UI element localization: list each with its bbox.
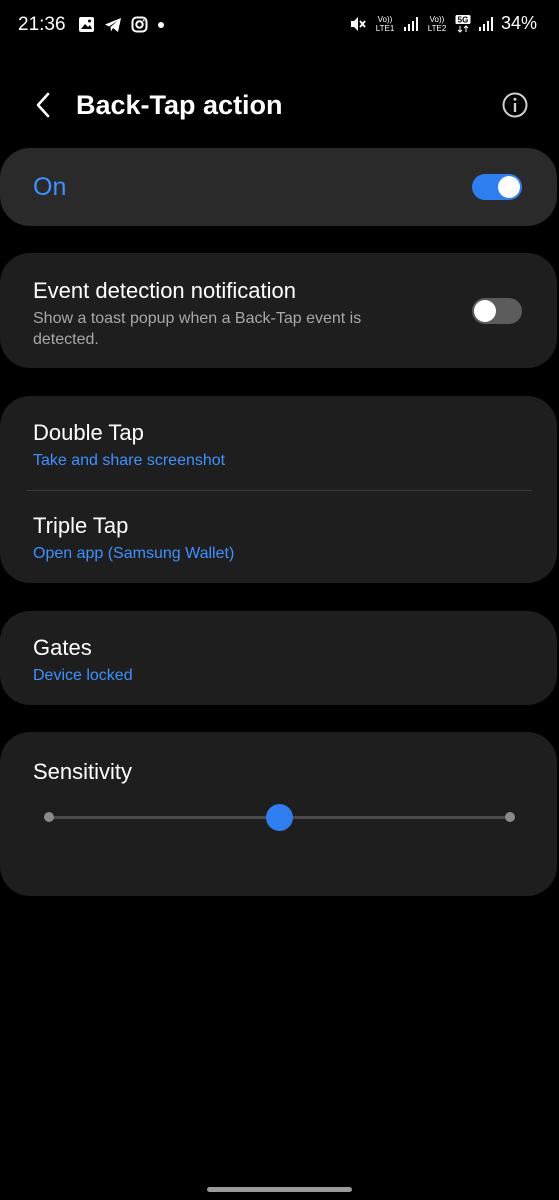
5g-icon: 5G [455, 14, 471, 33]
svg-text:Vo)): Vo)) [430, 15, 445, 24]
status-time: 21:36 [18, 14, 66, 35]
triple-tap-item[interactable]: Triple Tap Open app (Samsung Wallet) [0, 491, 557, 583]
sensitivity-slider-tick [505, 812, 515, 822]
volte-lte2-icon: Vo)) LTE2 [428, 15, 447, 33]
svg-text:LTE1: LTE1 [376, 24, 395, 33]
event-notification-card[interactable]: Event detection notification Show a toas… [0, 253, 557, 368]
sensitivity-slider-thumb[interactable] [266, 803, 293, 831]
dot-icon [158, 21, 164, 28]
double-tap-value: Take and share screenshot [33, 452, 226, 469]
toggle-knob [474, 300, 496, 322]
gates-item[interactable]: Gates Device locked [0, 611, 557, 705]
volte-lte1-icon: Vo)) LTE1 [376, 15, 395, 33]
event-notification-toggle[interactable] [472, 298, 522, 324]
gates-value: Device locked [33, 667, 133, 684]
toggle-knob [498, 176, 520, 198]
tap-actions-card: Double Tap Take and share screenshot Tri… [0, 396, 557, 583]
signal-1-icon [403, 16, 418, 31]
master-switch-toggle[interactable] [472, 174, 522, 200]
master-switch-label: On [33, 173, 67, 201]
info-icon [502, 92, 528, 118]
status-bar: 21:36 Vo)) LTE1 Vo)) LTE2 5G 34% [0, 0, 559, 52]
home-indicator[interactable] [207, 1187, 352, 1192]
gallery-icon [79, 17, 94, 32]
event-notification-title: Event detection notification [33, 278, 296, 303]
gates-title: Gates [33, 635, 92, 660]
event-notification-subtitle-line2: detected. [33, 331, 99, 348]
instagram-icon [131, 16, 148, 33]
event-notification-subtitle-line1: Show a toast popup when a Back-Tap event… [33, 310, 362, 327]
status-notification-icons [78, 16, 165, 33]
status-system-icons: Vo)) LTE1 Vo)) LTE2 5G 34% [349, 13, 537, 34]
app-bar: Back-Tap action [0, 76, 559, 136]
triple-tap-value: Open app (Samsung Wallet) [33, 545, 235, 562]
sensitivity-slider-tick [44, 812, 54, 822]
svg-text:LTE2: LTE2 [428, 24, 447, 33]
chevron-left-icon [36, 92, 50, 118]
svg-text:Vo)): Vo)) [378, 15, 393, 24]
page-title: Back-Tap action [76, 90, 283, 120]
double-tap-title: Double Tap [33, 420, 144, 445]
info-button[interactable] [501, 91, 529, 119]
triple-tap-title: Triple Tap [33, 513, 129, 538]
sensitivity-title: Sensitivity [33, 759, 133, 784]
signal-2-icon [478, 16, 493, 31]
mute-icon [350, 16, 366, 31]
master-switch-card[interactable]: On [0, 148, 557, 226]
back-button[interactable] [26, 88, 60, 122]
double-tap-item[interactable]: Double Tap Take and share screenshot [0, 396, 557, 490]
telegram-icon [105, 17, 121, 32]
svg-text:5G: 5G [458, 15, 469, 24]
battery-level: 34% [500, 13, 537, 33]
